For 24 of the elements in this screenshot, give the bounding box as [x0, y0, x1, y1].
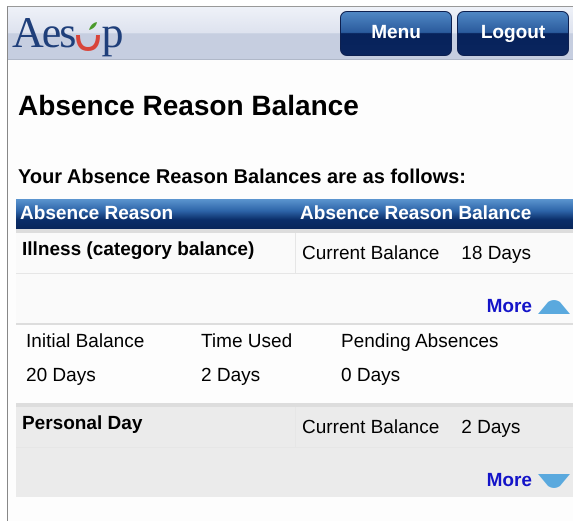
- column-header: Absence Reason: [19, 203, 174, 225]
- section-subtitle: Your Absence Reason Balances are as follows:: [18, 166, 467, 189]
- detail-label: Time Used: [201, 331, 294, 353]
- detail-label: Initial Balance: [26, 331, 146, 353]
- header-button[interactable]: Menu: [340, 10, 452, 56]
- balance-label: Current Balance: [302, 243, 440, 266]
- balance-value: 18 Days: [461, 243, 531, 266]
- balance-label: Current Balance: [302, 417, 440, 440]
- detail-value: 0 Days: [341, 365, 402, 387]
- header-button[interactable]: Logout: [457, 10, 569, 56]
- detail-label: Pending Absences: [341, 331, 498, 353]
- logo: Aes p: [11, 11, 122, 55]
- triangle-down-icon: [538, 474, 570, 488]
- column-header: Absence Reason Balance: [299, 203, 532, 225]
- reason-name: Personal Day: [22, 413, 142, 434]
- reason-name: Illness (category balance): [22, 239, 254, 260]
- page-title: Absence Reason Balance: [18, 90, 360, 122]
- apple-icon: [75, 21, 102, 51]
- balance-value: 2 Days: [461, 417, 520, 440]
- triangle-up-icon: [538, 300, 570, 314]
- detail-value: 20 Days: [26, 365, 97, 387]
- detail-value: 2 Days: [201, 365, 262, 387]
- more-toggle[interactable]: More: [486, 296, 570, 318]
- more-toggle[interactable]: More: [486, 470, 570, 492]
